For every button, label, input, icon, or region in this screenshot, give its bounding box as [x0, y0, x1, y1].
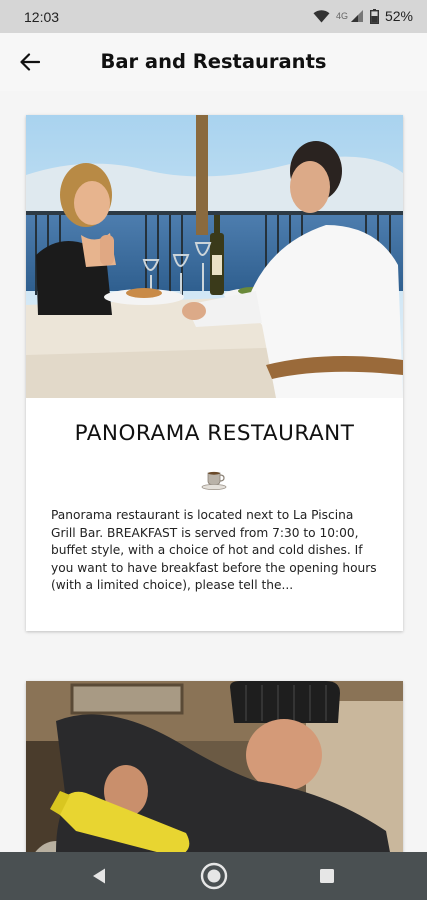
restaurant-photo	[26, 681, 403, 852]
status-time: 12:03	[24, 9, 60, 25]
battery-icon	[369, 8, 379, 24]
back-triangle-icon	[93, 868, 105, 884]
restaurant-photo	[26, 115, 403, 398]
status-bar: 12:03 4G 52%	[0, 0, 427, 33]
restaurant-title: PANORAMA RESTAURANT	[74, 421, 355, 446]
coffee-cup-icon	[200, 467, 230, 491]
nav-home-button[interactable]	[199, 862, 229, 890]
recents-square-icon	[320, 869, 334, 883]
restaurant-card[interactable]: PANORAMA RESTAURANT Panorama restaurant …	[26, 115, 403, 631]
nav-back-button[interactable]	[84, 862, 114, 890]
restaurant-card[interactable]	[26, 681, 403, 852]
wifi-icon	[313, 9, 330, 23]
home-circle-icon	[200, 862, 228, 890]
restaurant-description: Panorama restaurant is located next to L…	[51, 508, 377, 593]
signal-icon	[350, 9, 364, 23]
restaurant-list[interactable]: PANORAMA RESTAURANT Panorama restaurant …	[0, 91, 427, 852]
page-title: Bar and Restaurants	[100, 50, 327, 73]
battery-percent: 52%	[384, 8, 413, 24]
status-icons: 4G 52%	[313, 8, 413, 24]
system-nav-bar	[0, 852, 427, 900]
nav-recents-button[interactable]	[312, 862, 342, 890]
app-header: Bar and Restaurants	[0, 33, 427, 91]
network-type: 4G	[335, 11, 348, 21]
